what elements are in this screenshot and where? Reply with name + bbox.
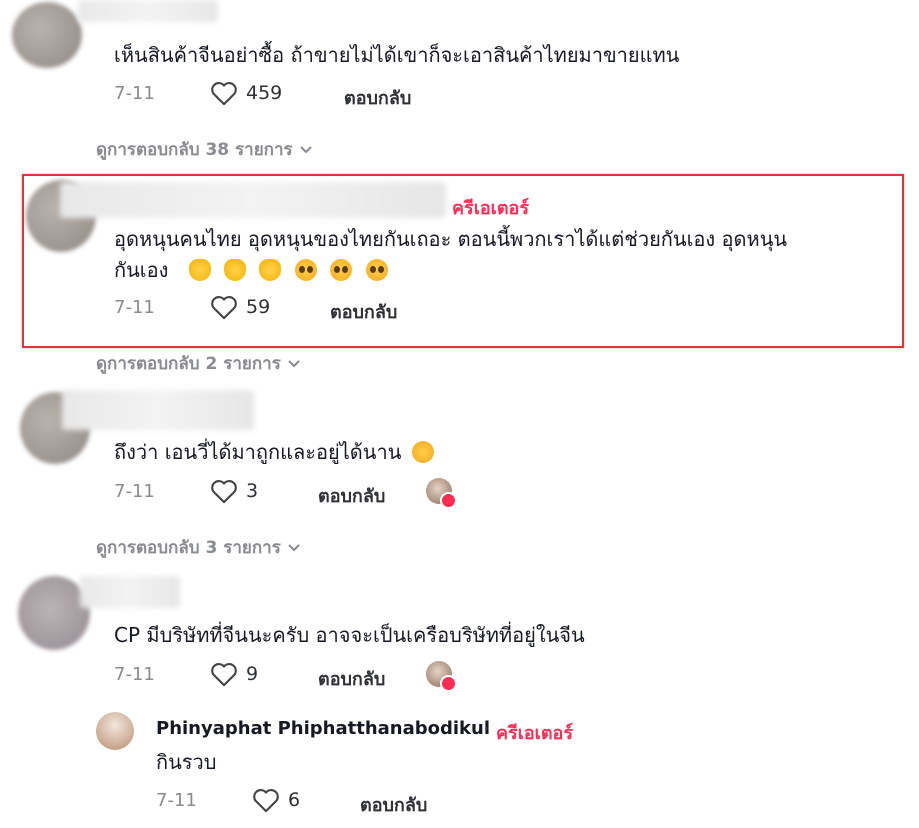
view-replies-label: ดูการตอบกลับ 38 รายการ bbox=[96, 140, 293, 160]
comment-1-view-replies[interactable]: ดูการตอบกลับ 38 รายการ bbox=[96, 136, 313, 163]
comment-4-text: CP มีบริษัทที่จีนนะครับ อาจจะเป็นเครือบร… bbox=[114, 623, 585, 647]
creator-reply-reply-button[interactable]: ตอบกลับ bbox=[360, 790, 427, 819]
highlight-box bbox=[22, 174, 904, 348]
comment-3-text: ถึงว่า เอนวี่ได้มาถูกและอยู่ได้นาน bbox=[114, 437, 441, 467]
comment-1-reply-button[interactable]: ตอบกลับ bbox=[344, 83, 411, 112]
comment-3-like-button[interactable]: 3 bbox=[210, 478, 258, 504]
creator-reply-badge: ครีเอเตอร์ bbox=[496, 723, 573, 744]
comment-3-view-replies[interactable]: ดูการตอบกลับ 3 รายการ bbox=[96, 534, 301, 561]
heart-outline-icon bbox=[211, 663, 237, 687]
comment-4-reply-button[interactable]: ตอบกลับ bbox=[318, 664, 385, 693]
comment-1-like-button[interactable]: 459 bbox=[210, 80, 282, 106]
comment-3-reply-button[interactable]: ตอบกลับ bbox=[318, 481, 385, 510]
comment-1-username-blurred bbox=[78, 0, 218, 22]
heart-outline-icon bbox=[211, 82, 237, 106]
comment-3-username-blurred bbox=[62, 390, 254, 430]
view-replies-label: ดูการตอบกลับ 3 รายการ bbox=[96, 538, 281, 558]
comment-4-like-count: 9 bbox=[246, 663, 259, 685]
comment-4-like-button[interactable]: 9 bbox=[210, 661, 258, 687]
heart-outline-icon bbox=[211, 480, 237, 504]
comment-1-avatar[interactable] bbox=[12, 2, 82, 68]
comment-1-text: เห็นสินค้าจีนอย่าซื้อ ถ้าขายไม่ได้เขาก็จ… bbox=[114, 43, 680, 67]
chevron-down-icon bbox=[288, 359, 300, 367]
creator-reply-like-count: 6 bbox=[288, 789, 301, 811]
comment-3-date: 7-11 bbox=[114, 481, 155, 502]
comment-4-username-blurred bbox=[80, 576, 180, 608]
comment-1-like-count: 459 bbox=[246, 82, 283, 104]
chevron-down-icon bbox=[288, 543, 300, 551]
creator-reply-like-button[interactable]: 6 bbox=[252, 787, 300, 813]
chevron-down-icon bbox=[299, 145, 312, 153]
creator-reply-avatar[interactable] bbox=[96, 712, 134, 750]
creator-liked-heart-icon bbox=[440, 492, 457, 509]
comment-2-view-replies[interactable]: ดูการตอบกลับ 2 รายการ bbox=[96, 350, 301, 377]
grinning-sweat-emoji-icon bbox=[411, 441, 434, 463]
comment-1-date: 7-11 bbox=[114, 83, 155, 104]
comment-3-like-count: 3 bbox=[246, 480, 259, 502]
creator-reply-date: 7-11 bbox=[156, 790, 197, 811]
comment-4-date: 7-11 bbox=[114, 664, 155, 685]
creator-reply-separator: · bbox=[483, 718, 489, 739]
view-replies-label: ดูการตอบกลับ 2 รายการ bbox=[96, 354, 281, 374]
comment-3-text-words: ถึงว่า เอนวี่ได้มาถูกและอยู่ได้นาน bbox=[114, 440, 402, 464]
heart-outline-icon bbox=[253, 789, 279, 813]
creator-reply-text: กินรวบ bbox=[156, 750, 217, 774]
creator-liked-heart-icon bbox=[440, 675, 457, 692]
creator-reply-username[interactable]: Phinyaphat Phiphatthanabodikul bbox=[156, 718, 490, 739]
